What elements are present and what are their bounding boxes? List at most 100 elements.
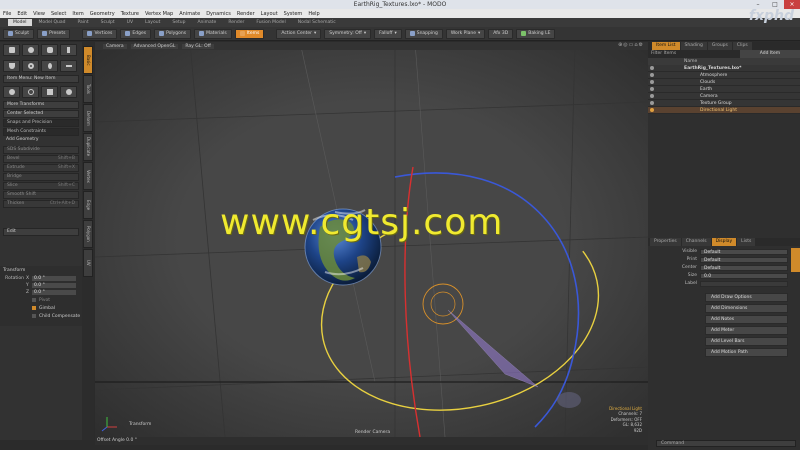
cube-tool[interactable] [3, 44, 20, 56]
tab-clips[interactable]: Clips [732, 42, 752, 50]
tool-sds-subdivide[interactable]: SDS Subdivide [3, 146, 79, 154]
snapping-button[interactable]: Snapping [404, 28, 443, 39]
rotation-y-field[interactable]: 0.0 ° [32, 283, 76, 288]
3d-viewport[interactable]: Camera Advanced OpenGL Ray GL: Off ⊕◎▭⌂⚙… [95, 42, 648, 437]
tool-bridge[interactable]: Bridge [3, 173, 79, 181]
side-tab-polygon[interactable]: Polygon [83, 220, 93, 248]
side-tab-basic[interactable]: Basic [83, 46, 93, 74]
shading-mode-dropdown[interactable]: Advanced OpenGL [130, 43, 179, 49]
add-draw-options-button[interactable]: Add Draw Options [705, 293, 788, 302]
scale-tool[interactable] [41, 86, 58, 98]
add-item-button[interactable]: Add Item [740, 50, 800, 58]
tab-item-list[interactable]: Item List [652, 42, 680, 50]
child-compensate-checkbox[interactable]: Child Compensate [0, 312, 82, 320]
tab-layout[interactable]: Layout [140, 19, 165, 26]
tab-model[interactable]: Model [8, 19, 32, 26]
menu-animate[interactable]: Animate [179, 11, 200, 17]
cone-tool[interactable] [3, 60, 20, 72]
cylinder-tool[interactable] [41, 44, 58, 56]
gimbal-checkbox[interactable]: Gimbal [0, 304, 82, 312]
tab-lists[interactable]: Lists [737, 238, 756, 246]
menu-render[interactable]: Render [237, 11, 255, 17]
print-dropdown[interactable]: Default [700, 257, 788, 263]
text-tool[interactable] [60, 60, 77, 72]
polygons-button[interactable]: Polygons [154, 28, 192, 39]
add-dimensions-button[interactable]: Add Dimensions [705, 304, 788, 313]
tree-item-scene[interactable]: EarthRig_Textures.lxo* [648, 65, 800, 72]
edges-button[interactable]: Edges [120, 28, 152, 39]
item-menu-dropdown[interactable]: Item Menu: New Item [3, 75, 79, 83]
rotation-x-field[interactable]: 0.0 ° [32, 276, 76, 281]
sphere-tool[interactable] [22, 44, 39, 56]
center-selected-dropdown[interactable]: Center Selected [3, 110, 79, 118]
action-center-dropdown[interactable]: Action Center ▾ [276, 28, 322, 39]
symmetry-dropdown[interactable]: Symmetry: Off ▾ [324, 28, 372, 39]
tree-item-earth[interactable]: Earth [648, 86, 800, 93]
command-input[interactable]: Command [656, 440, 796, 447]
tool-thicken[interactable]: Thicken Ctrl+Alt+D [3, 200, 79, 208]
menu-help[interactable]: Help [308, 11, 319, 17]
sculpt-button[interactable]: Sculpt [3, 28, 35, 39]
tool-bevel[interactable]: Bevel Shift+B [3, 155, 79, 163]
afx-button[interactable]: Afx 3D [488, 28, 514, 39]
camera-view-dropdown[interactable]: Camera [103, 43, 127, 49]
visibility-eye-icon[interactable] [650, 73, 654, 77]
add-meter-button[interactable]: Add Meter [705, 326, 788, 335]
tab-sculpt[interactable]: Sculpt [96, 19, 120, 26]
side-tab-edge[interactable]: Edge [83, 191, 93, 219]
vertices-button[interactable]: Vertices [82, 28, 118, 39]
menu-file[interactable]: File [3, 11, 11, 17]
more-transforms-dropdown[interactable]: More Transforms [3, 101, 79, 109]
menu-vertex-map[interactable]: Vertex Map [145, 11, 173, 17]
tab-paint[interactable]: Paint [72, 19, 93, 26]
tool-slice[interactable]: Slice Shift+C [3, 182, 79, 190]
transform-tool[interactable] [60, 86, 77, 98]
side-tab-uv[interactable]: UV [83, 249, 93, 277]
side-tab-deform[interactable]: Deform [83, 104, 93, 132]
tab-display[interactable]: Display [711, 238, 737, 246]
tab-uv[interactable]: UV [122, 19, 138, 26]
side-tab-duplicate[interactable]: Duplicate [83, 133, 93, 161]
tree-item-directional-light[interactable]: Directional Light [648, 107, 800, 114]
snaps-precision-button[interactable]: Snaps and Precision [3, 119, 79, 127]
menu-layout[interactable]: Layout [261, 11, 278, 17]
ray-gl-toggle[interactable]: Ray GL: Off [182, 43, 214, 49]
edit-dropdown[interactable]: Edit [3, 228, 79, 236]
tree-item-atmosphere[interactable]: Atmosphere [648, 72, 800, 79]
mesh-constraints-button[interactable]: Mesh Constraints [3, 128, 79, 136]
tab-setup[interactable]: Setup [167, 19, 190, 26]
center-dropdown[interactable]: Default [700, 265, 788, 271]
label-field[interactable] [700, 281, 788, 287]
menu-item[interactable]: Item [72, 11, 83, 17]
menu-dynamics[interactable]: Dynamics [206, 11, 231, 17]
side-tab-vertex[interactable]: Vertex [83, 162, 93, 190]
visibility-eye-icon[interactable] [650, 94, 654, 98]
tab-shading[interactable]: Shading [680, 42, 707, 50]
menu-view[interactable]: View [33, 11, 45, 17]
rotate-tool[interactable] [22, 86, 39, 98]
menu-edit[interactable]: Edit [17, 11, 27, 17]
tab-animate[interactable]: Animate [192, 19, 221, 26]
visibility-eye-icon[interactable] [650, 66, 654, 70]
tab-model-quad[interactable]: Model Quad [34, 19, 71, 26]
menu-geometry[interactable]: Geometry [90, 11, 115, 17]
capsule-tool[interactable] [41, 60, 58, 72]
tab-groups[interactable]: Groups [707, 42, 732, 50]
tool-smooth-shift[interactable]: Smooth Shift [3, 191, 79, 199]
viewport-nav-icons[interactable]: ⊕◎▭⌂⚙ [618, 42, 644, 48]
visible-dropdown[interactable]: Default [700, 249, 788, 255]
torus-tool[interactable] [22, 60, 39, 72]
size-field[interactable]: 0.0 [700, 273, 788, 279]
move-tool[interactable] [3, 86, 20, 98]
side-tab-tools[interactable]: Tools [83, 75, 93, 103]
tree-item-texture-group[interactable]: Texture Group [648, 100, 800, 107]
baking-button[interactable]: Baking LE [516, 28, 556, 39]
tool-extrude[interactable]: Extrude Shift+X [3, 164, 79, 172]
menu-select[interactable]: Select [51, 11, 66, 17]
tab-fusion-model[interactable]: Fusion Model [251, 19, 290, 26]
filter-items-dropdown[interactable]: Filter Items [648, 50, 740, 58]
tab-channels[interactable]: Channels [681, 238, 711, 246]
falloff-dropdown[interactable]: Falloff ▾ [374, 28, 402, 39]
tab-properties[interactable]: Properties [650, 238, 681, 246]
visibility-eye-icon[interactable] [650, 87, 654, 91]
